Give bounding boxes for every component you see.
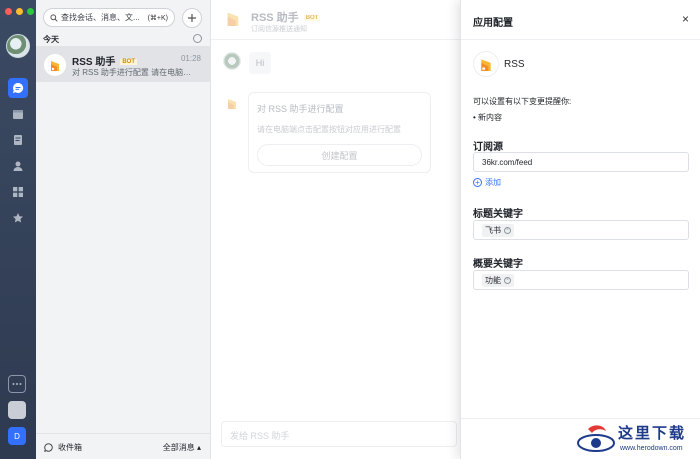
rss-icon xyxy=(227,12,239,26)
plus-icon xyxy=(188,14,196,22)
summary-keyword-field[interactable]: 功能 × xyxy=(473,270,689,290)
config-card-description: 请在电脑端点击配置按钮对应用进行配置 xyxy=(257,125,401,134)
star-icon[interactable] xyxy=(8,208,28,228)
conversation-header: RSS 助手 BOT 订阅信源推送通知 xyxy=(211,0,460,40)
search-icon xyxy=(50,13,58,22)
keyword-tag-text: 功能 xyxy=(485,276,501,285)
reminder-text: 可以设置有以下变更提醒你: xyxy=(473,97,572,106)
remove-tag-icon[interactable]: × xyxy=(504,227,511,234)
create-button[interactable] xyxy=(182,8,202,28)
messenger-icon[interactable] xyxy=(8,78,28,98)
collapse-section-icon[interactable] xyxy=(193,34,202,43)
rss-icon xyxy=(481,59,491,71)
app-rail: D xyxy=(0,0,36,459)
keyword-tag: 功能 × xyxy=(482,274,514,287)
zoom-window-button[interactable] xyxy=(27,8,34,15)
user-avatar[interactable] xyxy=(6,34,30,58)
reminder-item: • 新内容 xyxy=(473,113,503,122)
rss-bot-avatar xyxy=(44,54,66,76)
chat-list-item[interactable]: RSS 助手 BOT 01:28 对 RSS 助手进行配置 请在电脑端点... xyxy=(36,46,210,82)
conversation-title-text: RSS 助手 xyxy=(251,12,299,24)
app-shortcut-icon[interactable] xyxy=(8,401,26,419)
watermark-logo xyxy=(577,425,615,452)
sender-avatar xyxy=(223,52,241,70)
inbox-button[interactable]: 收件箱 xyxy=(44,442,82,453)
bot-badge: BOT xyxy=(303,15,321,21)
message-composer[interactable]: 发给 RSS 助手 xyxy=(221,421,457,447)
more-icon[interactable] xyxy=(8,375,26,393)
window-controls xyxy=(5,8,34,15)
feed-url-field[interactable]: 36kr.com/feed xyxy=(473,152,689,172)
rss-app-avatar xyxy=(473,51,499,77)
app-config-panel: 应用配置 × RSS 可以设置有以下变更提醒你: • 新内容 订阅源 36kr.… xyxy=(460,0,700,459)
calendar-icon[interactable] xyxy=(8,104,28,124)
config-card-title: 对 RSS 助手进行配置 xyxy=(257,104,344,114)
rss-icon xyxy=(228,99,236,109)
search-hotkey: (⌘+K) xyxy=(147,14,168,22)
chat-preview: 对 RSS 助手进行配置 请在电脑端点... xyxy=(72,68,198,77)
keyword-tag: 飞书 × xyxy=(482,224,514,237)
minimize-window-button[interactable] xyxy=(16,8,23,15)
workplace-icon[interactable] xyxy=(8,182,28,202)
contacts-icon[interactable] xyxy=(8,156,28,176)
add-feed-button[interactable]: + 添加 xyxy=(473,177,501,188)
docs-icon[interactable] xyxy=(8,130,28,150)
feed-label: 订阅源 xyxy=(473,142,503,153)
watermark-text-cn: 这里下载 xyxy=(618,424,687,442)
keyword-tag-text: 飞书 xyxy=(485,226,501,235)
conversation-subtitle: 订阅信源推送通知 xyxy=(251,26,307,33)
close-window-button[interactable] xyxy=(5,8,12,15)
section-label-today: 今天 xyxy=(43,35,59,44)
summary-keyword-label: 概要关键字 xyxy=(473,259,523,270)
chat-list-footer: 收件箱 全部消息 ▴ xyxy=(36,433,210,459)
profile-initial-avatar[interactable]: D xyxy=(8,427,26,445)
remove-tag-icon[interactable]: × xyxy=(504,277,511,284)
create-config-button[interactable]: 创建配置 xyxy=(257,144,422,166)
add-feed-label: 添加 xyxy=(485,178,501,187)
rss-icon xyxy=(51,61,59,71)
chat-time: 01:28 xyxy=(180,54,201,63)
conversation-title: RSS 助手 BOT xyxy=(251,9,321,25)
panel-header: 应用配置 × xyxy=(461,0,700,40)
watermark-text-en: www.herodown.com xyxy=(620,445,683,452)
message-bubble: Hi xyxy=(249,52,271,74)
inbox-label: 收件箱 xyxy=(58,443,82,452)
search-placeholder: 查找会话、消息、文... xyxy=(61,13,140,22)
config-card: 对 RSS 助手进行配置 请在电脑端点击配置按钮对应用进行配置 创建配置 xyxy=(248,92,431,173)
site-watermark: 这里下载 www.herodown.com xyxy=(572,418,700,459)
panel-title: 应用配置 xyxy=(473,18,513,29)
chat-name: RSS 助手 BOT xyxy=(72,53,138,68)
add-circle-icon: + xyxy=(473,178,482,187)
search-input[interactable]: 查找会话、消息、文... (⌘+K) xyxy=(43,8,175,27)
close-icon[interactable]: × xyxy=(682,12,689,26)
all-messages-filter[interactable]: 全部消息 ▴ xyxy=(163,442,201,453)
inbox-icon xyxy=(44,443,53,452)
bot-badge: BOT xyxy=(120,59,138,65)
title-keyword-field[interactable]: 飞书 × xyxy=(473,220,689,240)
app-name: RSS xyxy=(504,59,525,70)
chat-list-panel: 查找会话、消息、文... (⌘+K) 今天 RSS 助手 BOT 01:28 对 … xyxy=(36,0,211,459)
title-keyword-label: 标题关键字 xyxy=(473,209,523,220)
conversation-area: RSS 助手 BOT 订阅信源推送通知 Hi 对 RSS 助手进行配置 请在电脑端… xyxy=(211,0,460,459)
